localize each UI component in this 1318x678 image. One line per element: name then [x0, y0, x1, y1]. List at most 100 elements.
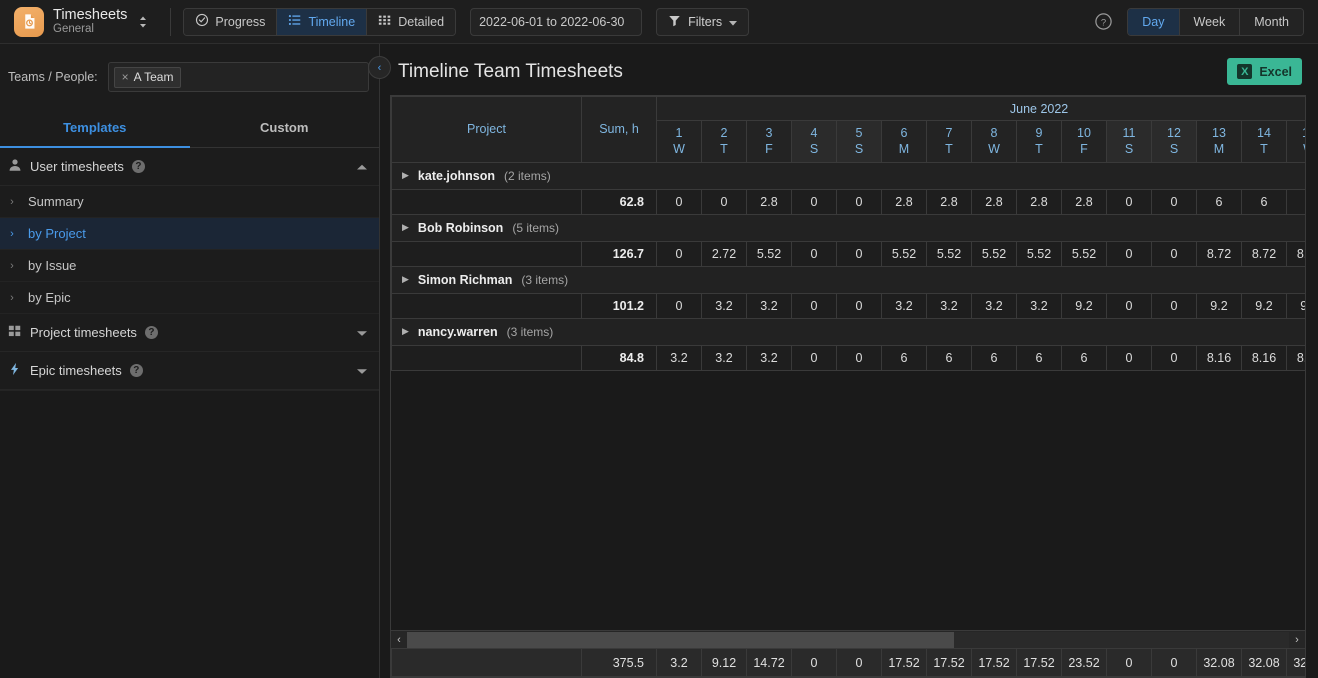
hours-cell-d3[interactable]: 3.2: [746, 292, 792, 319]
column-header-project[interactable]: Project: [391, 96, 582, 163]
hours-cell-d9[interactable]: 3.2: [1016, 292, 1062, 319]
hours-cell-d13[interactable]: 8.72: [1196, 240, 1242, 267]
table-row[interactable]: 84.83.23.23.20066666008.168.168.164.964.…: [391, 344, 1305, 371]
hours-cell-d6[interactable]: 5.52: [881, 240, 927, 267]
period-week[interactable]: Week: [1179, 8, 1241, 35]
hours-cell-d4[interactable]: 0: [791, 292, 837, 319]
hours-cell-d4[interactable]: 0: [791, 344, 837, 371]
hours-cell-d2[interactable]: 3.2: [701, 344, 747, 371]
day-header-3[interactable]: 3F: [746, 120, 792, 163]
hours-cell-d13[interactable]: 6: [1196, 188, 1242, 215]
period-day[interactable]: Day: [1128, 8, 1180, 35]
hours-cell-d8[interactable]: 3.2: [971, 292, 1017, 319]
sidebar-item-by-issue[interactable]: › by Issue: [0, 250, 379, 282]
app-brand[interactable]: Timesheets General: [8, 6, 158, 37]
hours-cell-d15[interactable]: 8.72: [1286, 240, 1305, 267]
hours-cell-d7[interactable]: 5.52: [926, 240, 972, 267]
hours-cell-d5[interactable]: 0: [836, 188, 882, 215]
teams-people-input[interactable]: × A Team: [107, 62, 369, 92]
hours-cell-d14[interactable]: 8.72: [1241, 240, 1287, 267]
group-row[interactable]: ▶ nancy.warren (3 items): [391, 317, 1305, 346]
day-header-2[interactable]: 2T: [701, 120, 747, 163]
hours-cell-d3[interactable]: 2.8: [746, 188, 792, 215]
tab-timeline[interactable]: Timeline: [277, 8, 368, 35]
help-icon[interactable]: ?: [129, 364, 143, 377]
sidebar-group-project-timesheets[interactable]: Project timesheets ?: [0, 314, 379, 352]
day-header-13[interactable]: 13 M: [1196, 120, 1242, 163]
date-range-input[interactable]: 2022-06-01 to 2022-06-30: [470, 7, 643, 36]
sidebar-group-epic-timesheets[interactable]: Epic timesheets ?: [0, 352, 379, 390]
hours-cell-d6[interactable]: 3.2: [881, 292, 927, 319]
hours-cell-d1[interactable]: 0: [656, 240, 702, 267]
chevron-down-icon[interactable]: [357, 363, 367, 378]
hours-cell-d4[interactable]: 0: [791, 240, 837, 267]
hours-cell-d14[interactable]: 6: [1241, 188, 1287, 215]
group-row-cell[interactable]: ▶ Simon Richman (3 items): [391, 265, 1305, 294]
hours-cell-d7[interactable]: 2.8: [926, 188, 972, 215]
day-header-8[interactable]: 8W: [971, 120, 1017, 163]
hours-cell-d13[interactable]: 9.2: [1196, 292, 1242, 319]
scrollbar-thumb[interactable]: [407, 631, 954, 648]
hours-cell-d10[interactable]: 6: [1061, 344, 1107, 371]
sidebar-item-by-epic[interactable]: › by Epic: [0, 282, 379, 314]
hours-cell-d7[interactable]: 3.2: [926, 292, 972, 319]
group-row-cell[interactable]: ▶ Bob Robinson (5 items): [391, 213, 1305, 242]
hours-cell-d12[interactable]: 0: [1151, 344, 1197, 371]
day-header-12[interactable]: 12 S: [1151, 120, 1197, 163]
hours-cell-d1[interactable]: 0: [656, 292, 702, 319]
sidebar-item-by-project[interactable]: › by Project: [0, 218, 379, 250]
hours-cell-d11[interactable]: 0: [1106, 292, 1152, 319]
tab-templates[interactable]: Templates: [0, 110, 190, 148]
table-row[interactable]: 126.7 0 2.72 5.52 0 0 5.52 5.52 5.52 5.52 5.52 0 0 8.…: [391, 240, 1305, 267]
hours-cell-d14[interactable]: 9.2: [1241, 292, 1287, 319]
column-header-sum[interactable]: Sum, h: [581, 96, 657, 163]
hours-cell-d8[interactable]: 5.52: [971, 240, 1017, 267]
filters-button[interactable]: Filters: [656, 7, 750, 36]
hours-cell-d11[interactable]: 0: [1106, 188, 1152, 215]
table-row[interactable]: 62.8002.8002.82.82.82.82.80066666: [391, 188, 1305, 215]
brand-switcher-icon[interactable]: [138, 15, 148, 29]
chevron-down-icon[interactable]: [357, 325, 367, 340]
day-header-6[interactable]: 6M: [881, 120, 927, 163]
group-row-cell[interactable]: ▶ kate.johnson (2 items): [391, 161, 1305, 190]
hours-cell-d2[interactable]: 3.2: [701, 292, 747, 319]
expand-triangle-icon[interactable]: ▶: [402, 274, 409, 285]
hours-cell-d12[interactable]: 0: [1151, 188, 1197, 215]
hours-cell-d12[interactable]: 0: [1151, 240, 1197, 267]
group-row-cell[interactable]: ▶ nancy.warren (3 items): [391, 317, 1305, 346]
hours-cell-d10[interactable]: 2.8: [1061, 188, 1107, 215]
hours-cell-d6[interactable]: 6: [881, 344, 927, 371]
group-row[interactable]: ▶ Bob Robinson (5 items): [391, 213, 1305, 242]
scroll-right-arrow[interactable]: ›: [1289, 634, 1305, 646]
hours-cell-d2[interactable]: 2.72: [701, 240, 747, 267]
scrollbar-track[interactable]: [407, 631, 1289, 648]
tab-progress[interactable]: Progress: [184, 8, 278, 35]
hours-cell-d15[interactable]: 9.2: [1286, 292, 1305, 319]
expand-triangle-icon[interactable]: ▶: [402, 326, 409, 337]
tab-custom[interactable]: Custom: [190, 110, 380, 147]
expand-triangle-icon[interactable]: ▶: [402, 222, 409, 233]
group-row[interactable]: ▶ Simon Richman (3 items): [391, 265, 1305, 294]
day-header-5[interactable]: 5S: [836, 120, 882, 163]
sidebar-group-user-timesheets[interactable]: User timesheets ?: [0, 148, 379, 186]
close-icon[interactable]: ×: [122, 70, 129, 84]
day-header-4[interactable]: 4S: [791, 120, 837, 163]
day-header-10[interactable]: 10 F: [1061, 120, 1107, 163]
hours-cell-d15[interactable]: 6: [1286, 188, 1305, 215]
help-icon[interactable]: ?: [131, 160, 145, 173]
hours-cell-d6[interactable]: 2.8: [881, 188, 927, 215]
help-icon[interactable]: ?: [144, 326, 158, 339]
hours-cell-d2[interactable]: 0: [701, 188, 747, 215]
hours-cell-d11[interactable]: 0: [1106, 344, 1152, 371]
hours-cell-d5[interactable]: 0: [836, 240, 882, 267]
hours-cell-d4[interactable]: 0: [791, 188, 837, 215]
scroll-left-arrow[interactable]: ‹: [391, 634, 407, 646]
hours-cell-d10[interactable]: 5.52: [1061, 240, 1107, 267]
day-header-9[interactable]: 9T: [1016, 120, 1062, 163]
sidebar-item-summary[interactable]: › Summary: [0, 186, 379, 218]
expand-triangle-icon[interactable]: ▶: [402, 170, 409, 181]
day-header-11[interactable]: 11 S: [1106, 120, 1152, 163]
hours-cell-d1[interactable]: 3.2: [656, 344, 702, 371]
chevron-up-icon[interactable]: [357, 159, 367, 174]
group-row[interactable]: ▶ kate.johnson (2 items): [391, 161, 1305, 190]
